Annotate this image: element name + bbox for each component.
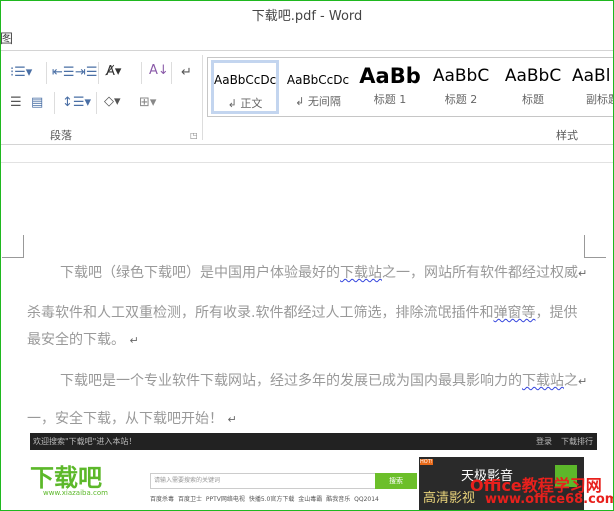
borders-icon[interactable]: ⊞▾ [139, 96, 156, 110]
styles-gallery: AaBbCcDc ↲ 正文 AaBbCcDc ↲ 无间隔 AaBb 标题 1 AaBb… [207, 57, 614, 117]
style-no-spacing[interactable]: AaBbCcDc ↲ 无间隔 [284, 60, 352, 114]
watermark-line-2: www.office68.com [485, 492, 614, 507]
site-url: www.xiazaiba.com [43, 489, 108, 497]
style-heading-1[interactable]: AaBb 标题 1 [356, 60, 424, 114]
increase-indent-icon[interactable]: ⇥☰ [75, 66, 98, 80]
doc-paragraph-1[interactable]: 下载吧（绿色下载吧）是中国用户体验最好的下载站之一，网站所有软件都经过权威↵ [60, 262, 587, 282]
sort-icon[interactable]: A↓ [149, 64, 169, 78]
site-search-input: 请输入需要搜索的关键词 [150, 473, 380, 489]
site-hot-links: 百度杀毒 百度卫士 PPTV网络电视 快播5.0官方下载 金山毒霸 酷我音乐 Q… [150, 496, 379, 503]
margin-corner-mark [584, 235, 606, 258]
doc-paragraph-1-line-2[interactable]: 杀毒软件和人工双重检测，所有收录.软件都经过人工筛选，排除流氓插件和弹窗等，提供 [27, 302, 577, 322]
shading-icon[interactable]: ◇▾ [104, 95, 121, 109]
doc-paragraph-2-line-2[interactable]: 一，安全下载，从下载吧开始！ ↵ [27, 408, 237, 428]
dialog-launcher-icon[interactable]: ◳ [190, 131, 198, 140]
multilevel-list-icon[interactable]: ⁝☰▾ [10, 66, 32, 80]
banner-top-bar: 欢迎搜索"下载吧"进入本站！ 登录 下载排行 [30, 433, 597, 450]
ribbon-tab-partial[interactable]: 图 [0, 28, 13, 47]
window-title: 下载吧.pdf - Word [251, 9, 363, 24]
show-marks-icon[interactable]: ↵ [181, 66, 192, 80]
site-logo: 下载吧 [30, 464, 102, 492]
style-heading-2[interactable]: AaBbC 标题 2 [426, 60, 496, 114]
paragraph-group-label: 段落 [50, 129, 72, 142]
line-spacing-icon[interactable]: ↕☰▾ [62, 96, 91, 110]
style-title[interactable]: AaBbC 标题 [498, 60, 568, 114]
style-normal[interactable]: AaBbCcDc ↲ 正文 [211, 60, 279, 114]
doc-paragraph-2[interactable]: 下载吧是一个专业软件下载网站，经过多年的发展已成为国内最具影响力的下载站之↵ [60, 370, 587, 390]
justify-icon[interactable]: ☰ [10, 96, 22, 110]
site-search-button: 搜索 [375, 473, 417, 489]
distributed-icon[interactable]: ▤ [31, 96, 43, 110]
text-direction-icon[interactable]: A̸▾ [106, 65, 121, 79]
styles-group-label: 样式 [556, 129, 578, 142]
style-subtitle[interactable]: AaBl 副标题 [572, 60, 614, 114]
doc-paragraph-1-line-3[interactable]: 最安全的下载。 ↵ [27, 329, 139, 349]
margin-corner-mark [2, 235, 24, 258]
decrease-indent-icon[interactable]: ⇤☰ [52, 66, 75, 80]
